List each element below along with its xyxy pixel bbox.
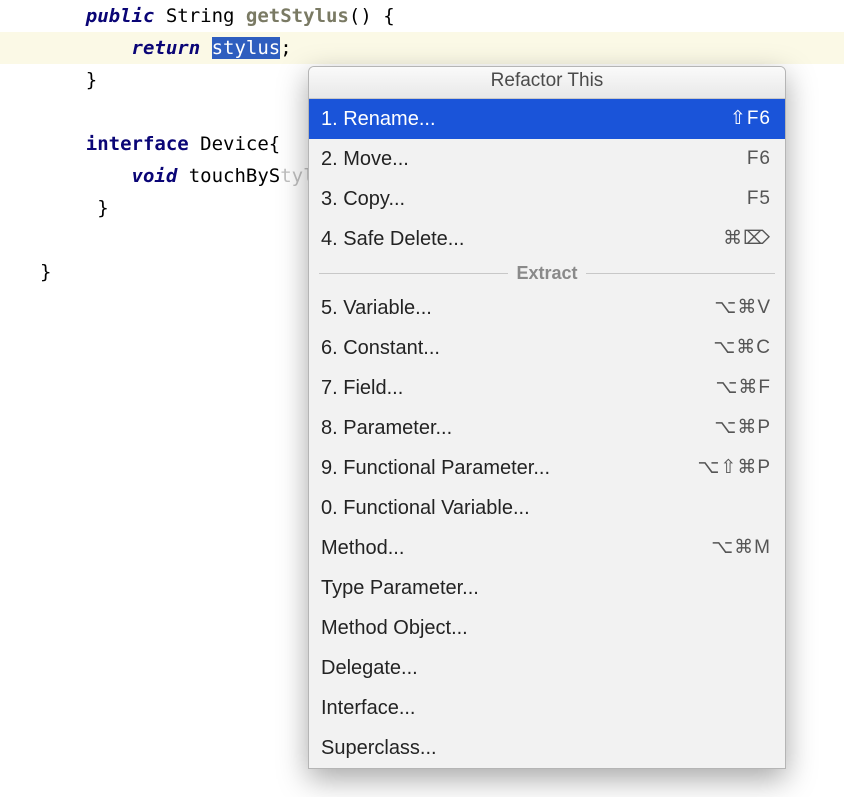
- menu-item-method[interactable]: Method... ⌥⌘M: [309, 528, 785, 568]
- menu-item-superclass[interactable]: Superclass...: [309, 728, 785, 768]
- menu-label: Superclass...: [321, 734, 771, 762]
- menu-item-type-parameter[interactable]: Type Parameter...: [309, 568, 785, 608]
- menu-label: 5. Variable...: [321, 294, 714, 322]
- menu-label: 8. Parameter...: [321, 414, 714, 442]
- menu-item-constant[interactable]: 6. Constant... ⌥⌘C: [309, 328, 785, 368]
- menu-label: 0. Functional Variable...: [321, 494, 771, 522]
- refactor-popup: Refactor This 1. Rename... ⇧F6 2. Move..…: [308, 66, 786, 769]
- menu-item-method-object[interactable]: Method Object...: [309, 608, 785, 648]
- menu-item-safe-delete[interactable]: 4. Safe Delete... ⌘⌦: [309, 219, 785, 259]
- menu-label: 9. Functional Parameter...: [321, 454, 698, 482]
- menu-label: Delegate...: [321, 654, 771, 682]
- menu-shortcut: ⌥⌘M: [711, 534, 771, 562]
- popup-body: 1. Rename... ⇧F6 2. Move... F6 3. Copy..…: [309, 99, 785, 768]
- popup-title: Refactor This: [309, 67, 785, 99]
- selected-identifier[interactable]: stylus: [212, 37, 281, 59]
- menu-item-interface[interactable]: Interface...: [309, 688, 785, 728]
- menu-item-field[interactable]: 7. Field... ⌥⌘F: [309, 368, 785, 408]
- menu-label: 3. Copy...: [321, 185, 747, 213]
- menu-shortcut: F5: [747, 185, 771, 213]
- menu-label: 7. Field...: [321, 374, 715, 402]
- menu-label: Method Object...: [321, 614, 771, 642]
- menu-item-rename[interactable]: 1. Rename... ⇧F6: [309, 99, 785, 139]
- separator-extract: Extract: [309, 259, 785, 288]
- menu-label: Interface...: [321, 694, 771, 722]
- menu-shortcut: ⌥⌘F: [715, 374, 771, 402]
- menu-shortcut: F6: [747, 145, 771, 173]
- separator-line-right: [586, 273, 775, 274]
- keyword-return: return: [132, 37, 201, 59]
- menu-shortcut: ⌘⌦: [723, 225, 771, 253]
- code-line-1: public String getStylus() {: [0, 0, 844, 32]
- menu-label: Method...: [321, 534, 711, 562]
- menu-item-move[interactable]: 2. Move... F6: [309, 139, 785, 179]
- keyword-public: public: [86, 5, 155, 27]
- menu-shortcut: ⌥⌘P: [714, 414, 771, 442]
- menu-label: Type Parameter...: [321, 574, 771, 602]
- menu-shortcut: ⌥⌘V: [714, 294, 771, 322]
- separator-line-left: [319, 273, 508, 274]
- keyword-interface: interface: [86, 133, 189, 155]
- menu-shortcut: ⌥⇧⌘P: [698, 454, 772, 482]
- menu-item-variable[interactable]: 5. Variable... ⌥⌘V: [309, 288, 785, 328]
- menu-label: 4. Safe Delete...: [321, 225, 723, 253]
- menu-item-parameter[interactable]: 8. Parameter... ⌥⌘P: [309, 408, 785, 448]
- menu-label: 6. Constant...: [321, 334, 713, 362]
- menu-item-copy[interactable]: 3. Copy... F5: [309, 179, 785, 219]
- code-editor[interactable]: public String getStylus() { return stylu…: [0, 0, 844, 797]
- keyword-void: void: [132, 165, 178, 187]
- menu-shortcut: ⇧F6: [730, 105, 771, 133]
- menu-item-functional-variable[interactable]: 0. Functional Variable...: [309, 488, 785, 528]
- menu-label: 2. Move...: [321, 145, 747, 173]
- code-line-2-highlight: return stylus;: [0, 32, 844, 64]
- menu-shortcut: ⌥⌘C: [713, 334, 771, 362]
- menu-item-delegate[interactable]: Delegate...: [309, 648, 785, 688]
- separator-label: Extract: [508, 263, 585, 284]
- method-name: getStylus: [246, 5, 349, 27]
- menu-label: 1. Rename...: [321, 105, 730, 133]
- menu-item-functional-parameter[interactable]: 9. Functional Parameter... ⌥⇧⌘P: [309, 448, 785, 488]
